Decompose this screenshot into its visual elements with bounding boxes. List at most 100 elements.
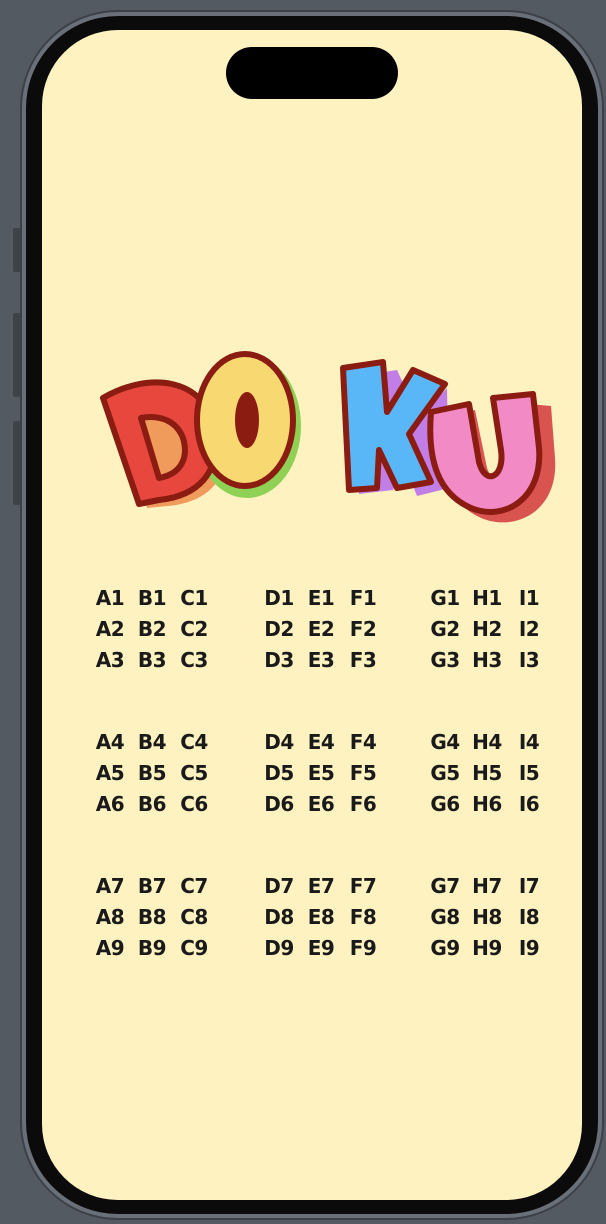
grid-cell[interactable]: B3 [136, 645, 168, 676]
grid-cell[interactable]: D6 [263, 789, 295, 820]
grid-row: D3 E3 F3 [246, 645, 396, 676]
doku-logo [97, 338, 556, 523]
grid-block: D7 E7 F7 D8 E8 F8 D9 E9 F9 [246, 871, 396, 964]
grid-cell[interactable]: I1 [513, 583, 545, 614]
grid-cell[interactable]: A3 [94, 645, 126, 676]
grid-cell[interactable]: C5 [178, 758, 210, 789]
grid-row: G8 H8 I8 [412, 902, 562, 933]
grid-cell[interactable]: H7 [471, 871, 503, 902]
grid-row: A4 B4 C4 [77, 727, 227, 758]
grid-cell[interactable]: E4 [305, 727, 337, 758]
grid-cell[interactable]: C2 [178, 614, 210, 645]
grid-cell[interactable]: A8 [94, 902, 126, 933]
grid-row: G9 H9 I9 [412, 933, 562, 964]
grid-row: A6 B6 C6 [77, 789, 227, 820]
grid-cell[interactable]: E3 [305, 645, 337, 676]
grid-cell[interactable]: F3 [347, 645, 379, 676]
grid-cell[interactable]: A9 [94, 933, 126, 964]
grid-cell[interactable]: D3 [263, 645, 295, 676]
grid-cell[interactable]: I5 [513, 758, 545, 789]
grid-cell[interactable]: A5 [94, 758, 126, 789]
grid-cell[interactable]: G3 [429, 645, 461, 676]
grid-cell[interactable]: E1 [305, 583, 337, 614]
grid-cell[interactable]: B1 [136, 583, 168, 614]
grid-cell[interactable]: A4 [94, 727, 126, 758]
grid-cell[interactable]: E8 [305, 902, 337, 933]
grid-row: A1 B1 C1 [77, 583, 227, 614]
grid-cell[interactable]: G7 [429, 871, 461, 902]
grid-cell[interactable]: E7 [305, 871, 337, 902]
grid-cell[interactable]: I6 [513, 789, 545, 820]
grid-row: G6 H6 I6 [412, 789, 562, 820]
grid-cell[interactable]: C4 [178, 727, 210, 758]
grid-cell[interactable]: D7 [263, 871, 295, 902]
grid-cell[interactable]: F2 [347, 614, 379, 645]
grid-cell[interactable]: H3 [471, 645, 503, 676]
grid-cell[interactable]: G1 [429, 583, 461, 614]
grid-cell[interactable]: H6 [471, 789, 503, 820]
grid-cell[interactable]: H4 [471, 727, 503, 758]
grid-row: A8 B8 C8 [77, 902, 227, 933]
grid-cell[interactable]: C8 [178, 902, 210, 933]
grid-cell[interactable]: C1 [178, 583, 210, 614]
grid-cell[interactable]: E2 [305, 614, 337, 645]
grid-cell[interactable]: B6 [136, 789, 168, 820]
grid-block: A1 B1 C1 A2 B2 C2 A3 B3 C3 [77, 583, 227, 676]
grid-cell[interactable]: B8 [136, 902, 168, 933]
grid-cell[interactable]: I4 [513, 727, 545, 758]
grid-cell[interactable]: D9 [263, 933, 295, 964]
grid-cell[interactable]: C3 [178, 645, 210, 676]
grid-cell[interactable]: A7 [94, 871, 126, 902]
grid-cell[interactable]: E6 [305, 789, 337, 820]
grid-cell[interactable]: D8 [263, 902, 295, 933]
grid-cell[interactable]: G9 [429, 933, 461, 964]
grid-block: A7 B7 C7 A8 B8 C8 A9 B9 C9 [77, 871, 227, 964]
grid-cell[interactable]: B9 [136, 933, 168, 964]
grid-cell[interactable]: E5 [305, 758, 337, 789]
grid-row: D7 E7 F7 [246, 871, 396, 902]
grid-cell[interactable]: I3 [513, 645, 545, 676]
grid-cell[interactable]: D4 [263, 727, 295, 758]
grid-cell[interactable]: C7 [178, 871, 210, 902]
grid-row: D8 E8 F8 [246, 902, 396, 933]
grid-cell[interactable]: H2 [471, 614, 503, 645]
grid-cell[interactable]: B2 [136, 614, 168, 645]
grid-cell[interactable]: H9 [471, 933, 503, 964]
grid-cell[interactable]: I8 [513, 902, 545, 933]
grid-cell[interactable]: F7 [347, 871, 379, 902]
dynamic-island [226, 47, 398, 99]
grid-cell[interactable]: A6 [94, 789, 126, 820]
grid-cell[interactable]: A2 [94, 614, 126, 645]
app-screen: A1 B1 C1 A2 B2 C2 A3 B3 C3 D1 E1 F1 D2 E2 F2 D3 E3 F3 G1 H1… [42, 30, 582, 1200]
grid-cell[interactable]: D1 [263, 583, 295, 614]
grid-cell[interactable]: C6 [178, 789, 210, 820]
grid-cell[interactable]: F6 [347, 789, 379, 820]
grid-cell[interactable]: H8 [471, 902, 503, 933]
grid-cell[interactable]: I7 [513, 871, 545, 902]
grid-cell[interactable]: G2 [429, 614, 461, 645]
grid-cell[interactable]: H5 [471, 758, 503, 789]
grid-cell[interactable]: F8 [347, 902, 379, 933]
grid-cell[interactable]: A1 [94, 583, 126, 614]
grid-cell[interactable]: F9 [347, 933, 379, 964]
grid-cell[interactable]: I2 [513, 614, 545, 645]
grid-cell[interactable]: G6 [429, 789, 461, 820]
grid-cell[interactable]: D2 [263, 614, 295, 645]
grid-cell[interactable]: B7 [136, 871, 168, 902]
grid-cell[interactable]: H1 [471, 583, 503, 614]
grid-cell[interactable]: G5 [429, 758, 461, 789]
grid-cell[interactable]: C9 [178, 933, 210, 964]
grid-row: D1 E1 F1 [246, 583, 396, 614]
grid-row: D9 E9 F9 [246, 933, 396, 964]
grid-cell[interactable]: E9 [305, 933, 337, 964]
grid-cell[interactable]: F1 [347, 583, 379, 614]
grid-cell[interactable]: G4 [429, 727, 461, 758]
grid-cell[interactable]: D5 [263, 758, 295, 789]
grid-cell[interactable]: F5 [347, 758, 379, 789]
grid-cell[interactable]: B5 [136, 758, 168, 789]
grid-block: G7 H7 I7 G8 H8 I8 G9 H9 I9 [412, 871, 562, 964]
grid-cell[interactable]: B4 [136, 727, 168, 758]
grid-cell[interactable]: G8 [429, 902, 461, 933]
grid-cell[interactable]: F4 [347, 727, 379, 758]
grid-cell[interactable]: I9 [513, 933, 545, 964]
